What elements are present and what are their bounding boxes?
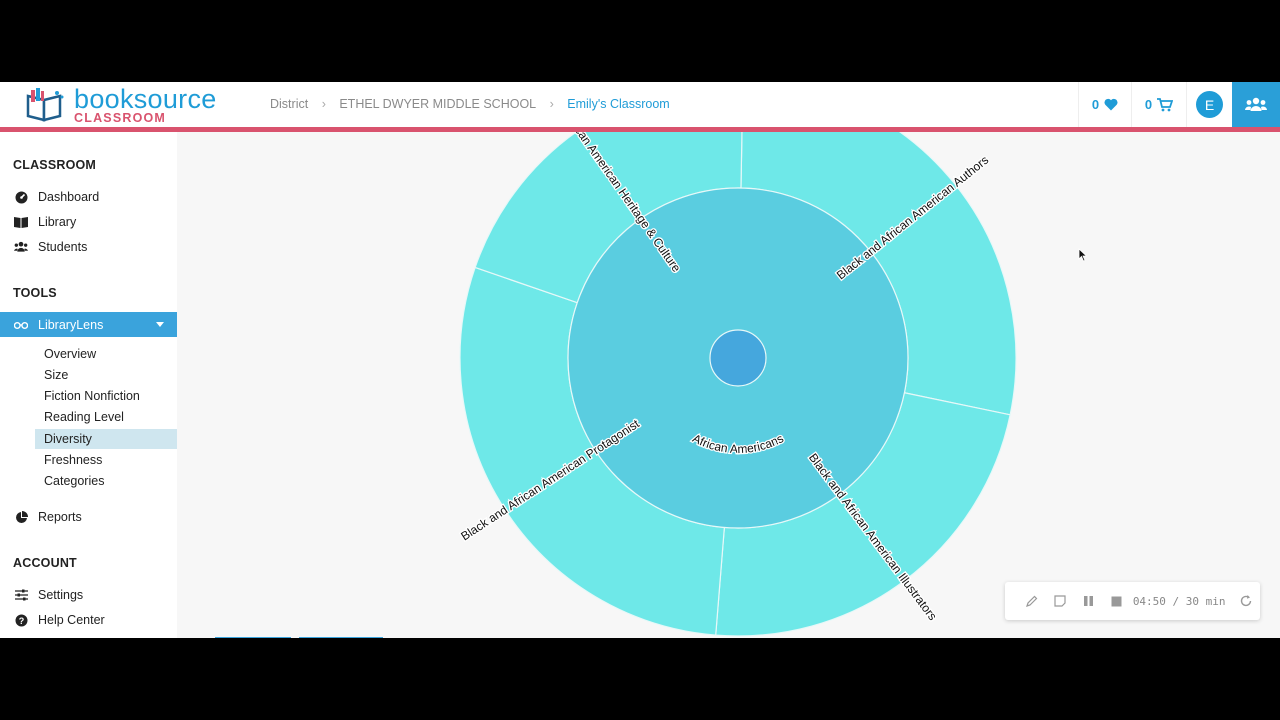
- classroom-switch-button[interactable]: [1232, 82, 1280, 127]
- favorites-button[interactable]: 0: [1078, 82, 1131, 127]
- chevron-right-icon: ›: [321, 97, 326, 111]
- note-icon: [1054, 595, 1066, 607]
- section-title-tools: TOOLS: [13, 286, 57, 300]
- nav-label: Help Center: [38, 613, 105, 627]
- pause-button[interactable]: [1074, 582, 1102, 620]
- subnav-freshness[interactable]: Freshness: [35, 450, 177, 470]
- main-content: Black and African American Authors Black …: [177, 132, 1280, 638]
- subnav-categories[interactable]: Categories: [35, 471, 177, 491]
- cart-icon: [1157, 97, 1174, 111]
- users-group-icon: [1245, 97, 1267, 111]
- subnav-fiction-nonfiction[interactable]: Fiction Nonfiction: [35, 386, 177, 406]
- question-icon: ?: [14, 613, 28, 627]
- nav-librarylens[interactable]: LibraryLens: [0, 312, 177, 337]
- sticky-note-button[interactable]: [1045, 582, 1073, 620]
- nav-label: Settings: [38, 588, 84, 602]
- sunburst-root[interactable]: [709, 329, 767, 387]
- nav-label: LibraryLens: [38, 317, 104, 332]
- mouse-cursor-icon: [1078, 248, 1088, 262]
- nav-label: Library: [38, 215, 77, 229]
- recording-time: 04:50 / 30 min: [1132, 594, 1226, 608]
- nav-settings[interactable]: Settings: [0, 584, 177, 606]
- stop-icon: [1111, 596, 1122, 606]
- nav-dashboard[interactable]: Dashboard: [0, 186, 177, 208]
- users-icon: [14, 240, 28, 254]
- nav-label: Students: [38, 240, 88, 254]
- top-bar: booksource CLASSROOM District › ETHEL DW…: [0, 82, 1280, 127]
- nav-help-center[interactable]: ? Help Center: [0, 609, 177, 631]
- bottom-tab-indicators: [215, 637, 383, 638]
- nav-reports[interactable]: Reports: [0, 506, 177, 528]
- brand-subtitle: CLASSROOM: [74, 111, 167, 125]
- nav-library[interactable]: Library: [0, 211, 177, 233]
- book-icon: [14, 215, 28, 229]
- pen-icon: [1025, 595, 1038, 607]
- sliders-icon: [14, 588, 28, 602]
- breadcrumb-district[interactable]: District: [270, 97, 308, 111]
- screen-recorder-toolbar: 04:50 / 30 min: [1005, 582, 1260, 620]
- dashboard-icon: [14, 190, 28, 204]
- book-logo-icon: [26, 88, 64, 122]
- subnav-diversity[interactable]: Diversity: [35, 429, 177, 449]
- avatar: E: [1196, 91, 1223, 118]
- refresh-icon: [1240, 595, 1251, 607]
- heart-icon: [1104, 98, 1118, 111]
- cart-button[interactable]: 0: [1131, 82, 1186, 127]
- brand-logo[interactable]: booksource CLASSROOM: [24, 84, 234, 126]
- nav-label: Dashboard: [38, 190, 100, 204]
- subnav-size[interactable]: Size: [35, 365, 177, 385]
- chevron-right-icon: ›: [549, 97, 554, 111]
- diversity-sunburst-chart: Black and African American AuthorsBlack …: [457, 132, 1017, 637]
- restart-button[interactable]: [1232, 582, 1260, 620]
- caret-down-icon: [156, 322, 164, 327]
- section-title-account: ACCOUNT: [13, 556, 77, 570]
- cart-count: 0: [1144, 97, 1153, 112]
- pause-icon: [1083, 596, 1093, 606]
- section-title-classroom: CLASSROOM: [13, 158, 97, 172]
- favorites-count: 0: [1091, 97, 1100, 112]
- pie-chart-icon: [14, 510, 28, 524]
- breadcrumb-classroom[interactable]: Emily's Classroom: [567, 97, 669, 111]
- app-viewport: booksource CLASSROOM District › ETHEL DW…: [0, 82, 1280, 638]
- subnav-reading-level[interactable]: Reading Level: [35, 407, 177, 427]
- sidebar: CLASSROOM Dashboard Library Students TOO…: [0, 132, 177, 638]
- pen-button[interactable]: [1017, 582, 1045, 620]
- glasses-icon: [14, 318, 28, 332]
- svg-text:?: ?: [18, 616, 24, 626]
- subnav-overview[interactable]: Overview: [35, 344, 177, 364]
- stop-button[interactable]: [1102, 582, 1130, 620]
- breadcrumb-school[interactable]: ETHEL DWYER MIDDLE SCHOOL: [339, 97, 536, 111]
- nav-students[interactable]: Students: [0, 236, 177, 258]
- breadcrumb: District › ETHEL DWYER MIDDLE SCHOOL › E…: [270, 97, 670, 111]
- user-menu[interactable]: E: [1186, 82, 1232, 127]
- nav-label: Reports: [38, 510, 82, 524]
